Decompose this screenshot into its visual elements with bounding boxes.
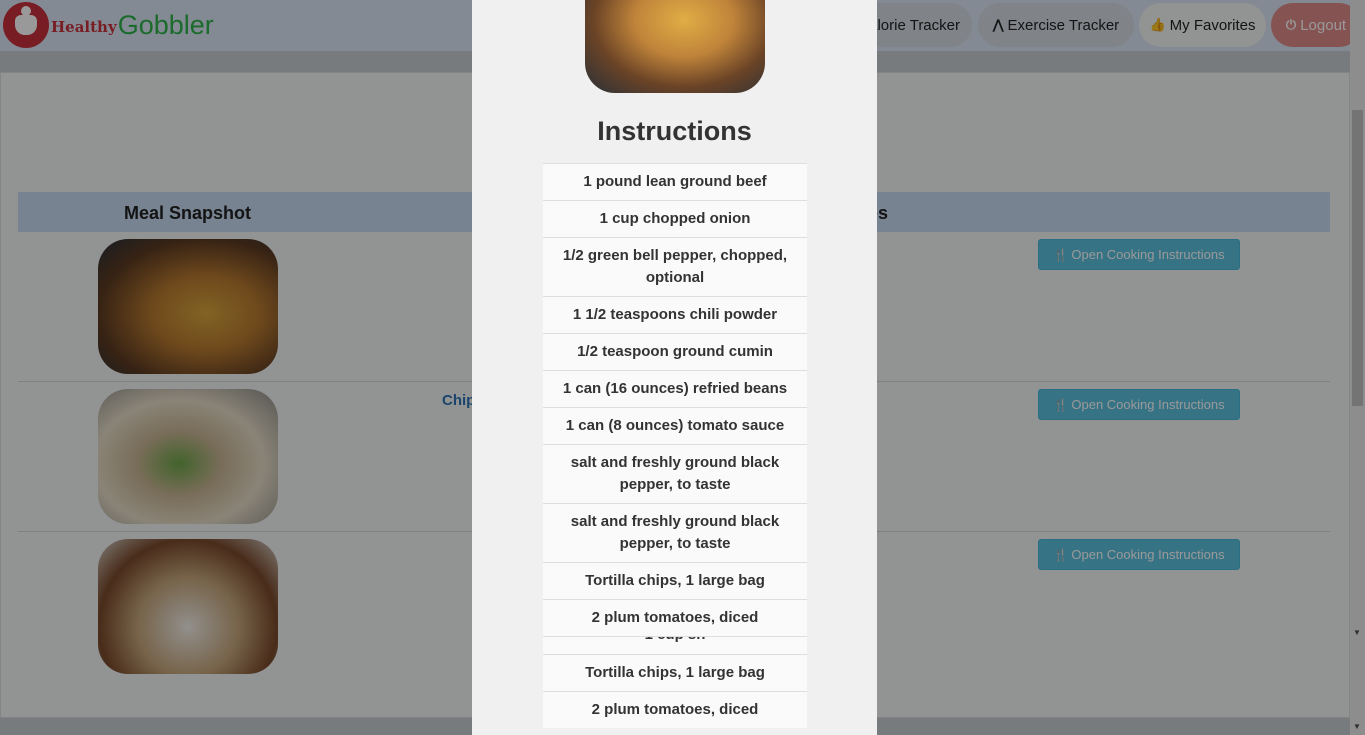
ingredient-item: salt and freshly ground black pepper, to… <box>543 444 807 503</box>
ingredient-item-partial-text: 1 cup sh <box>551 637 799 646</box>
ingredient-list: 1 pound lean ground beef 1 cup chopped o… <box>543 163 807 636</box>
ingredient-item: 2 plum tomatoes, diced <box>543 691 807 728</box>
ingredient-item: 2 plum tomatoes, diced <box>543 599 807 636</box>
ingredient-item: Tortilla chips, 1 large bag <box>543 654 807 691</box>
ingredient-list: 1 cup sh Tortilla chips, 1 large bag 2 p… <box>543 636 807 728</box>
ingredient-item: 1 pound lean ground beef <box>543 163 807 200</box>
ingredient-item: 1/2 green bell pepper, chopped, optional <box>543 237 807 296</box>
modal-title: Instructions <box>597 116 752 146</box>
ingredient-item: 1/2 teaspoon ground cumin <box>543 333 807 370</box>
ingredient-item: 1 can (8 ounces) tomato sauce <box>543 407 807 444</box>
modal-meal-image <box>585 0 765 93</box>
ingredient-item: 1 1/2 teaspoons chili powder <box>543 296 807 333</box>
ingredient-item: 1 can (16 ounces) refried beans <box>543 370 807 407</box>
ingredient-item-partial: 1 cup sh <box>543 636 807 654</box>
ingredient-item: Tortilla chips, 1 large bag <box>543 562 807 599</box>
ingredient-item: salt and freshly ground black pepper, to… <box>543 503 807 562</box>
ingredient-item: 1 cup chopped onion <box>543 200 807 237</box>
instructions-modal: Instructions 1 pound lean ground beef 1 … <box>472 0 877 735</box>
